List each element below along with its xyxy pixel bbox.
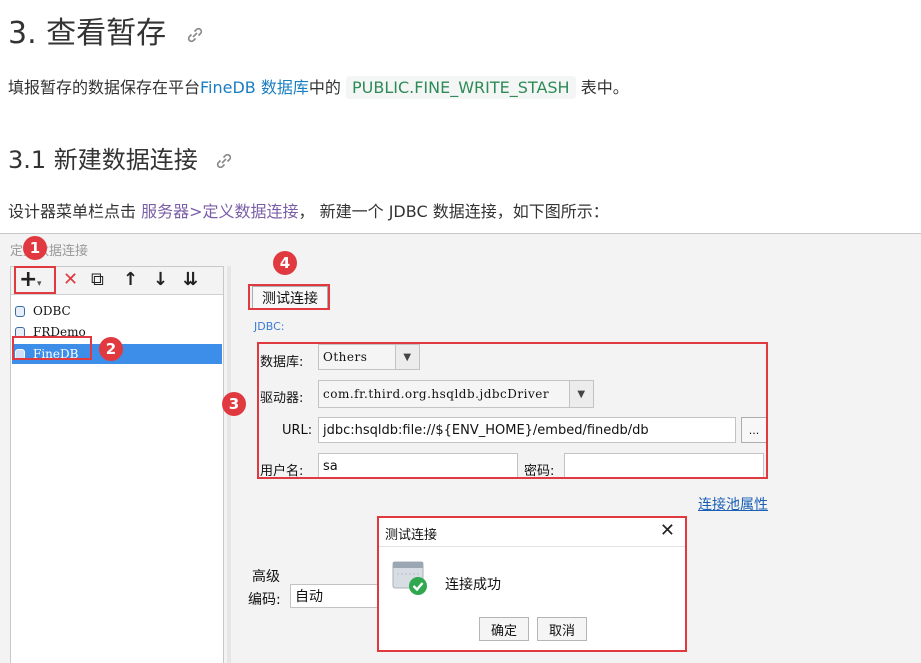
close-icon[interactable]: ✕ <box>660 520 675 541</box>
pool-properties-link[interactable]: 连接池属性 <box>698 494 768 514</box>
encoding-label: 编码: <box>248 592 281 608</box>
cancel-button[interactable]: 取消 <box>537 617 587 641</box>
tree-item-label: ODBC <box>33 304 71 318</box>
instruction-paragraph: 设计器菜单栏点击 服务器>定义数据连接， 新建一个 JDBC 数据连接，如下图所… <box>8 198 609 222</box>
highlight-connection-fields <box>257 342 768 479</box>
panel-splitter[interactable] <box>227 266 231 663</box>
dialog-title: 测试连接 <box>385 528 438 543</box>
p1-mid: 中的 <box>308 78 341 97</box>
p1-text: 填报暂存的数据保存在平台 <box>8 78 201 97</box>
highlight-test-button <box>248 284 330 310</box>
menu-path-link[interactable]: 服务器>定义数据连接 <box>141 202 298 221</box>
database-icon <box>15 305 25 317</box>
p1-after: 表中。 <box>580 78 629 97</box>
window-title: 定义数据连接 <box>10 244 89 259</box>
jdbc-group-label: JDBC: <box>254 320 285 333</box>
highlight-finedb-item <box>12 336 92 360</box>
step-badge-1: 1 <box>23 236 47 260</box>
move-up-icon[interactable]: ↑ <box>123 271 138 289</box>
dialog-divider <box>379 546 685 547</box>
subsection-heading: 3.1 新建数据连接 <box>8 140 233 175</box>
table-name-code: PUBLIC.FINE_WRITE_STASH <box>346 76 576 99</box>
intro-paragraph: 填报暂存的数据保存在平台FineDB 数据库中的 PUBLIC.FINE_WRI… <box>8 74 629 99</box>
section-heading-text: 3. 查看暂存 <box>8 16 167 51</box>
advanced-label: 高级 <box>252 569 280 585</box>
connection-list-panel: + ▾ ✕ ⧉ ↑ ↓ ⇊ ODBC FRDemo FineDB <box>10 266 224 663</box>
link-icon[interactable] <box>186 26 204 44</box>
ok-button[interactable]: 确定 <box>479 617 529 641</box>
step-badge-2: 2 <box>99 337 123 361</box>
move-down-icon[interactable]: ↓ <box>153 271 168 289</box>
copy-icon[interactable]: ⧉ <box>91 271 104 289</box>
p2-text: 设计器菜单栏点击 <box>8 202 137 221</box>
tree-item-odbc[interactable]: ODBC <box>15 301 71 321</box>
step-badge-3: 3 <box>222 392 246 416</box>
section-heading: 3. 查看暂存 <box>8 8 204 52</box>
highlight-add-button <box>14 266 56 294</box>
link-icon[interactable] <box>215 152 233 170</box>
finedb-link[interactable]: FineDB <box>200 78 256 97</box>
encoding-select[interactable]: 自动 <box>290 584 380 608</box>
sort-icon[interactable]: ⇊ <box>183 271 198 289</box>
success-icon <box>392 561 427 595</box>
step-badge-4: 4 <box>273 251 297 275</box>
encoding-select-value: 自动 <box>295 589 323 605</box>
test-connection-dialog: 测试连接 ✕ 连接成功 确定 取消 <box>377 516 687 652</box>
delete-icon[interactable]: ✕ <box>63 271 78 289</box>
database-link[interactable]: 数据库 <box>261 78 309 97</box>
dialog-message: 连接成功 <box>445 577 501 593</box>
p2-after: ， 新建一个 JDBC 数据连接，如下图所示： <box>298 202 609 221</box>
subsection-heading-text: 3.1 新建数据连接 <box>8 146 198 174</box>
